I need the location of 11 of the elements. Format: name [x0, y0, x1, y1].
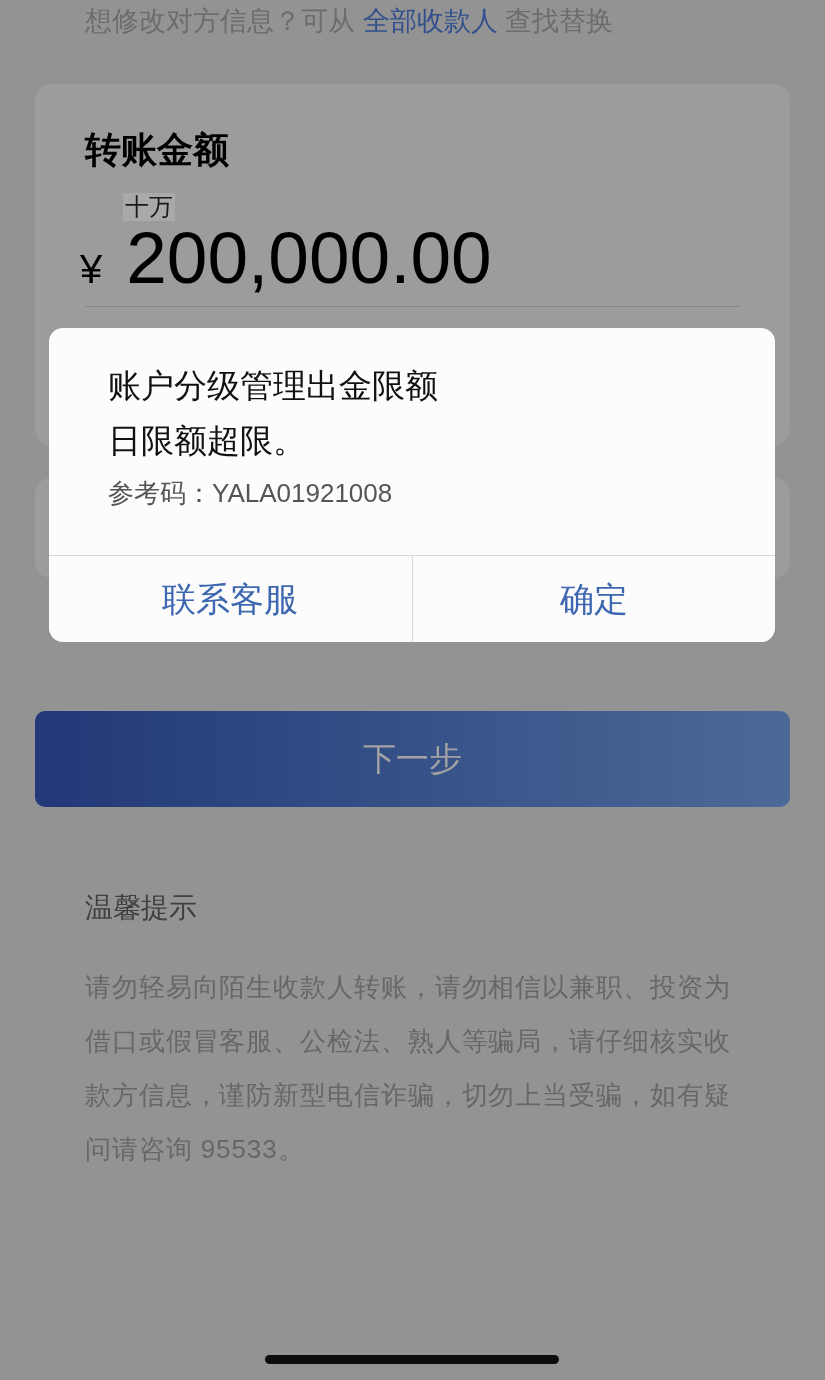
reference-code: 参考码：YALA01921008 [108, 477, 393, 510]
amount-title: 转账金额 [85, 128, 229, 172]
dialog-message: 日限额超限。 [108, 421, 306, 461]
next-step-button[interactable]: 下一步 [35, 711, 790, 807]
unit-hint: 十万 [123, 193, 175, 221]
currency-symbol: ¥ [80, 249, 103, 289]
dialog-message: 账户分级管理出金限额 [108, 366, 438, 406]
dialog-button[interactable]: 确定 [411, 556, 775, 642]
dialog-button[interactable]: 联系客服 [49, 556, 412, 642]
tips-title: 温馨提示 [85, 891, 197, 925]
amount-value[interactable]: 200,000.00 [126, 221, 492, 294]
